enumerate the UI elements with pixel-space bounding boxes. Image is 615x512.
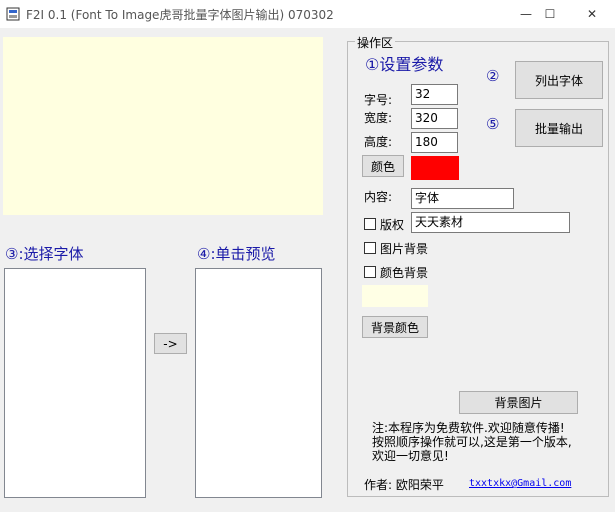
add-to-preview-button[interactable]: -> [154, 333, 187, 354]
color-button[interactable]: 颜色 [362, 155, 404, 177]
author-label: 作者: 欧阳荣平 [364, 478, 444, 492]
copyright-label: 版权 [380, 218, 405, 232]
groupbox-title: 操作区 [355, 34, 396, 51]
bg-image-button[interactable]: 背景图片 [459, 391, 578, 414]
width-input[interactable]: 320 [411, 108, 458, 129]
image-bg-checkbox[interactable] [364, 242, 376, 254]
window-title: F2I 0.1 (Font To Image虎哥批量字体图片输出) 070302 [26, 8, 334, 22]
note-line-3: 欢迎一切意见! [372, 449, 449, 463]
step1-label: ①设置参数 [365, 55, 444, 74]
copyright-input[interactable]: 天天素材 [411, 212, 570, 233]
step3-label: ③:选择字体 [5, 245, 84, 263]
bg-color-swatch[interactable] [362, 285, 428, 307]
width-label: 宽度: [364, 111, 393, 125]
bg-color-button[interactable]: 背景颜色 [362, 316, 428, 338]
content-label: 内容: [364, 190, 393, 204]
content-input[interactable]: 字体 [411, 188, 514, 209]
image-bg-label: 图片背景 [380, 242, 429, 256]
font-size-input[interactable]: 32 [411, 84, 458, 105]
copyright-checkbox[interactable] [364, 218, 376, 230]
preview-list[interactable] [195, 268, 322, 498]
maximize-icon: ☐ [544, 7, 556, 21]
text-color-swatch[interactable] [411, 156, 459, 180]
step5-label: ⑤ [486, 115, 500, 133]
close-icon: ✕ [586, 7, 598, 21]
height-label: 高度: [364, 135, 393, 149]
color-bg-checkbox[interactable] [364, 266, 376, 278]
font-list[interactable] [4, 268, 146, 498]
color-bg-label: 颜色背景 [380, 266, 429, 280]
app-icon [6, 7, 20, 21]
step2-label: ② [486, 67, 500, 85]
list-fonts-button[interactable]: 列出字体 [515, 61, 603, 99]
height-input[interactable]: 180 [411, 132, 458, 153]
close-button[interactable]: ✕ [569, 0, 615, 28]
author-email-link[interactable]: txxtxkx@Gmail.com [469, 478, 571, 489]
step4-label: ④:单击预览 [197, 245, 276, 263]
batch-output-button[interactable]: 批量输出 [515, 109, 603, 147]
maximize-button[interactable]: ☐ [527, 0, 573, 28]
preview-area [3, 37, 323, 215]
font-size-label: 字号: [364, 93, 393, 107]
